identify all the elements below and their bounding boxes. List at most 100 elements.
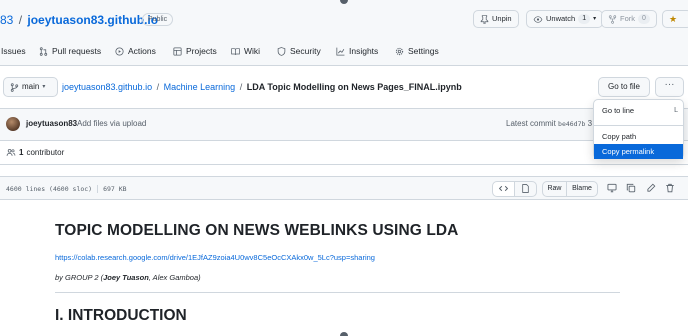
contributor-label: contributor bbox=[26, 148, 65, 157]
file-nav-row: main ▾ joeytuason83.github.io / Machine … bbox=[0, 77, 688, 99]
fork-icon bbox=[608, 14, 617, 24]
tab-settings-label: Settings bbox=[408, 46, 439, 56]
byline-prefix: by GROUP 2 ( bbox=[55, 273, 104, 282]
tab-insights-label: Insights bbox=[349, 46, 379, 56]
desktop-icon[interactable] bbox=[606, 182, 618, 194]
branch-selector[interactable]: main ▾ bbox=[3, 77, 58, 97]
tab-actions-label: Actions bbox=[128, 46, 156, 56]
commit-message-link[interactable]: Add files via upload bbox=[77, 119, 146, 128]
file-size: 697 KB bbox=[103, 185, 127, 193]
unpin-button[interactable]: Unpin bbox=[473, 10, 519, 28]
latest-commit-label: Latest commit bbox=[506, 119, 556, 128]
repo-title: 83 / joeytuason83.github.io bbox=[0, 13, 158, 27]
commit-author-link[interactable]: joeytuason83 bbox=[26, 119, 77, 128]
menu-go-to-line-label: Go to line bbox=[602, 106, 635, 115]
raw-button[interactable]: Raw bbox=[542, 181, 567, 197]
contributors-bar: 1 contributor bbox=[0, 141, 688, 165]
visibility-badge: Public bbox=[142, 13, 174, 26]
latest-commit-bar: joeytuason83 Add files via upload Latest… bbox=[0, 108, 688, 141]
tab-projects-label: Projects bbox=[186, 46, 217, 56]
tab-wiki-label: Wiki bbox=[244, 46, 261, 56]
unwatch-label: Unwatch bbox=[546, 14, 576, 23]
file-icon bbox=[522, 184, 529, 193]
people-icon bbox=[6, 149, 16, 156]
fork-button[interactable]: Fork 0 bbox=[601, 10, 657, 28]
breadcrumb-folder-link[interactable]: Machine Learning bbox=[164, 82, 236, 92]
tab-security-label: Security bbox=[290, 46, 321, 56]
pencil-icon[interactable] bbox=[645, 182, 657, 194]
unwatch-button[interactable]: Unwatch 1 ▾ bbox=[526, 10, 604, 28]
notebook-byline: by GROUP 2 (Joey Tuason, Alex Gamboa) bbox=[55, 273, 201, 282]
breadcrumb-repo-link[interactable]: joeytuason83.github.io bbox=[62, 82, 152, 92]
byline-rest: , Alex Gamboa) bbox=[148, 273, 201, 282]
byline-author-bold: Joey Tuason bbox=[103, 273, 149, 282]
commit-sha-link[interactable]: be46d7b bbox=[558, 120, 585, 128]
more-options-menu: Go to line L Copy path Copy permalink bbox=[593, 99, 684, 159]
notebook-title: TOPIC MODELLING ON NEWS WEBLINKS USING L… bbox=[55, 222, 459, 239]
branch-icon bbox=[10, 82, 19, 92]
breadcrumb: joeytuason83.github.io / Machine Learnin… bbox=[62, 82, 462, 92]
repo-header: 83 / joeytuason83.github.io Public Unpin… bbox=[0, 0, 688, 37]
avatar[interactable] bbox=[6, 117, 20, 131]
tab-pull-requests-label: Pull requests bbox=[52, 46, 102, 56]
unpin-label: Unpin bbox=[492, 14, 512, 23]
divider bbox=[97, 185, 99, 193]
menu-go-to-line[interactable]: Go to line L bbox=[594, 103, 683, 118]
shield-icon bbox=[277, 46, 286, 56]
unwatch-count: 1 bbox=[578, 14, 591, 24]
graph-icon bbox=[336, 47, 345, 56]
repo-title-separator: / bbox=[18, 13, 23, 27]
repo-nav-tabs: Issues Pull requests Actions Projects Wi… bbox=[0, 37, 688, 66]
trash-icon[interactable] bbox=[664, 182, 676, 194]
repo-name-link[interactable]: joeytuason83.github.io bbox=[27, 13, 158, 27]
section-heading: I. INTRODUCTION bbox=[55, 307, 187, 324]
gear-icon bbox=[395, 47, 404, 55]
contributor-count: 1 bbox=[19, 148, 24, 157]
eye-icon bbox=[533, 15, 543, 23]
breadcrumb-separator: / bbox=[239, 82, 243, 92]
menu-copy-permalink[interactable]: Copy permalink bbox=[594, 144, 683, 159]
fork-count: 0 bbox=[638, 14, 650, 24]
pin-icon bbox=[480, 14, 489, 24]
tab-wiki[interactable]: Wiki bbox=[231, 46, 260, 56]
star-icon: ★ bbox=[669, 14, 678, 24]
tab-security[interactable]: Security bbox=[277, 46, 321, 56]
blame-button[interactable]: Blame bbox=[566, 181, 598, 197]
colab-link[interactable]: https://colab.research.google.com/drive/… bbox=[55, 253, 375, 262]
screen-edge-marker bbox=[340, 332, 348, 336]
star-button[interactable]: ★ bbox=[662, 10, 688, 28]
tab-settings[interactable]: Settings bbox=[395, 46, 439, 56]
tab-actions[interactable]: Actions bbox=[115, 46, 156, 56]
code-icon bbox=[498, 185, 509, 192]
commit-trailing-text: 3 bbox=[587, 119, 593, 128]
file-line-count: 4600 lines (4600 sloc) bbox=[6, 185, 93, 193]
tab-issues-label: Issues bbox=[1, 46, 26, 56]
contributors-link[interactable]: 1 contributor bbox=[6, 148, 64, 157]
table-icon bbox=[173, 46, 182, 56]
book-icon bbox=[231, 47, 240, 55]
branch-name: main bbox=[22, 82, 40, 91]
copy-icon[interactable] bbox=[625, 182, 637, 194]
file-info: 4600 lines (4600 sloc) 697 KB bbox=[6, 185, 127, 193]
file-header: 4600 lines (4600 sloc) 697 KB Raw Blame bbox=[0, 176, 688, 200]
breadcrumb-current-file: LDA Topic Modelling on News Pages_FINAL.… bbox=[246, 82, 462, 92]
preview-view-button[interactable] bbox=[514, 181, 537, 197]
tab-projects[interactable]: Projects bbox=[173, 46, 217, 56]
latest-commit-info: Latest commit be46d7b 3 bbox=[506, 119, 592, 128]
play-icon bbox=[115, 46, 124, 56]
tab-insights[interactable]: Insights bbox=[336, 46, 378, 56]
horizontal-rule bbox=[55, 292, 620, 293]
chevron-down-icon: ▾ bbox=[42, 84, 46, 90]
repo-owner-link[interactable]: 83 bbox=[0, 13, 13, 27]
menu-copy-path[interactable]: Copy path bbox=[594, 129, 683, 144]
breadcrumb-separator: / bbox=[156, 82, 160, 92]
more-options-button[interactable]: ··· bbox=[655, 77, 684, 97]
fork-label: Fork bbox=[620, 14, 635, 23]
go-to-file-button[interactable]: Go to file bbox=[598, 77, 650, 97]
shortcut-hint: L bbox=[674, 107, 678, 114]
tab-issues[interactable]: Issues bbox=[1, 46, 26, 56]
chevron-down-icon: ▾ bbox=[593, 16, 597, 22]
code-view-button[interactable] bbox=[492, 181, 515, 197]
tab-pull-requests[interactable]: Pull requests bbox=[39, 46, 101, 56]
menu-divider bbox=[594, 125, 683, 126]
